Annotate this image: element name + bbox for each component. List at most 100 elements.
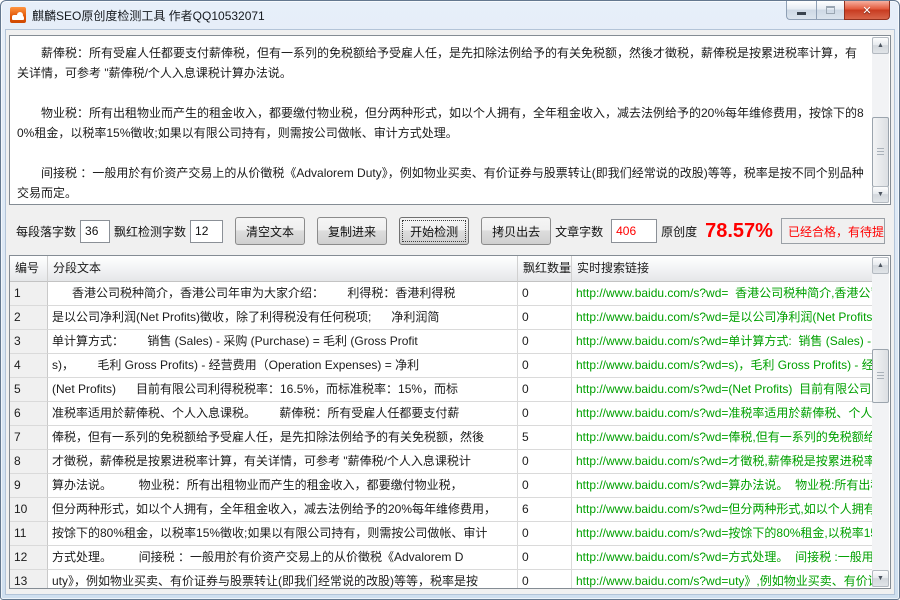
red-count: 0 [518,474,572,498]
header-id[interactable]: 编号 [10,256,48,282]
scroll-down-icon[interactable]: ▼ [872,570,889,587]
status-badge: 已经合格，有待提升 [781,218,885,244]
row-number: 4 [10,354,48,378]
row-number: 9 [10,474,48,498]
editor-scrollbar-thumb[interactable] [872,117,889,187]
search-link[interactable]: http://www.baidu.com/s?wd=s)，毛利 Gross Pr… [572,354,872,378]
para-words-label: 每段落字数 [16,223,76,240]
search-link[interactable]: http://www.baidu.com/s?wd=算办法说。 物业税:所有出租 [572,474,872,498]
window-title: 麒麟SEO原创度检测工具 作者QQ10532071 [32,7,265,24]
table-row: 13 uty》，例如物业买卖、有价证券与股票转让(即我们经常说的改股)等等，税率… [10,570,872,588]
segment-text: 方式处理。 间接税 ：一般用於有价资产交易上的从价徵税《Advalorem D [48,546,518,570]
start-detect-button[interactable]: 开始检测 [399,217,469,245]
copy-out-button[interactable]: 拷贝出去 [481,217,551,245]
red-count: 0 [518,546,572,570]
header-red-count[interactable]: 飘红数量 [518,256,572,282]
table-row: 11 按馀下的80%租金，以税率15%徵收;如果以有限公司持有，则需按公司做帐、… [10,522,872,546]
table-row: 8 才徵税，薪俸税是按累进税率计算，有关详情，可参考 "薪俸税/个人入息课税计 … [10,450,872,474]
row-number: 1 [10,282,48,306]
row-number: 11 [10,522,48,546]
table-header: 编号 分段文本 飘红数量 实时搜索链接 [10,256,872,282]
table-row: 7 俸税，但有一系列的免税额给予受雇人任，是先扣除法例给予的有关免税额，然後 5… [10,426,872,450]
red-count: 0 [518,522,572,546]
row-number: 3 [10,330,48,354]
table-row: 1 香港公司税种简介，香港公司年审为大家介绍： 利得税：香港利得税 0 http… [10,282,872,306]
red-count: 0 [518,450,572,474]
word-count-value: 406 [611,219,657,243]
table-row: 10 但分两种形式，如以个人拥有，全年租金收入，减去法例给予的20%每年维修费用… [10,498,872,522]
segment-text: 单计算方式： 销售 (Sales) - 采购 (Purchase) = 毛利 (… [48,330,518,354]
client-area: 薪俸税：所有受雇人任都要支付薪俸税，但有一系列的免税额给予受雇人任，是先扣除法例… [5,29,895,595]
red-count: 0 [518,282,572,306]
article-textarea[interactable]: 薪俸税：所有受雇人任都要支付薪俸税，但有一系列的免税额给予受雇人任，是先扣除法例… [9,35,891,205]
table-scrollbar[interactable]: ▲ ▼ [872,257,889,587]
search-link[interactable]: http://www.baidu.com/s?wd=俸税,但有一系列的免税额给 [572,426,872,450]
article-text: 薪俸税：所有受雇人任都要支付薪俸税，但有一系列的免税额给予受雇人任，是先扣除法例… [10,36,871,204]
header-segment-text[interactable]: 分段文本 [48,256,518,282]
row-number: 6 [10,402,48,426]
row-number: 10 [10,498,48,522]
originality-label: 原创度 [661,223,697,240]
para-words-input[interactable]: 36 [80,220,110,243]
table-row: 12 方式处理。 间接税 ：一般用於有价资产交易上的从价徵税《Advalorem… [10,546,872,570]
window-controls: ✕ [786,1,890,20]
red-count: 5 [518,426,572,450]
results-table: 编号 分段文本 飘红数量 实时搜索链接 1 香港公司税种简介，香港公司年审为大家… [9,255,891,589]
search-link[interactable]: http://www.baidu.com/s?wd=是以公司净利润(Net Pr… [572,306,872,330]
editor-scrollbar[interactable]: ▲ ▼ [872,37,889,203]
red-count: 0 [518,378,572,402]
app-icon [10,7,26,23]
segment-text: 俸税，但有一系列的免税额给予受雇人任，是先扣除法例给予的有关免税额，然後 [48,426,518,450]
search-link[interactable]: http://www.baidu.com/s?wd=准税率适用於薪俸税、个人入 [572,402,872,426]
search-link[interactable]: http://www.baidu.com/s?wd=(Net Profits) … [572,378,872,402]
table-scrollbar-thumb[interactable] [872,349,889,403]
segment-text: 是以公司净利润(Net Profits)徵收，除了利得税没有任何税项; 净利润简 [48,306,518,330]
close-button[interactable]: ✕ [844,1,890,20]
red-words-input[interactable]: 12 [190,220,223,243]
table-row: 9 算办法说。 物业税：所有出租物业而产生的租金收入，都要缴付物业税， 0 ht… [10,474,872,498]
red-count: 6 [518,498,572,522]
search-link[interactable]: http://www.baidu.com/s?wd= 香港公司税种简介,香港公司 [572,282,872,306]
row-number: 12 [10,546,48,570]
table-row: 3 单计算方式： 销售 (Sales) - 采购 (Purchase) = 毛利… [10,330,872,354]
red-words-label: 飘红检测字数 [114,223,186,240]
segment-text: 准税率适用於薪俸税、个人入息课税。 薪俸税：所有受雇人任都要支付薪 [48,402,518,426]
scroll-up-icon[interactable]: ▲ [872,37,889,54]
table-row: 2 是以公司净利润(Net Profits)徵收，除了利得税没有任何税项; 净利… [10,306,872,330]
segment-text: 算办法说。 物业税：所有出租物业而产生的租金收入，都要缴付物业税， [48,474,518,498]
row-number: 2 [10,306,48,330]
segment-text: 香港公司税种简介，香港公司年审为大家介绍： 利得税：香港利得税 [48,282,518,306]
header-search-link[interactable]: 实时搜索链接 [572,256,872,282]
table-row: 5 (Net Profits) 目前有限公司利得税税率：16.5%，而标准税率：… [10,378,872,402]
search-link[interactable]: http://www.baidu.com/s?wd=uty》,例如物业买卖、有价… [572,570,872,588]
clear-text-button[interactable]: 清空文本 [235,217,305,245]
originality-value: 78.57% [705,220,773,243]
table-body: 1 香港公司税种简介，香港公司年审为大家介绍： 利得税：香港利得税 0 http… [10,282,872,588]
table-row: 4 s)， 毛利 Gross Profits) - 经营费用（Operation… [10,354,872,378]
segment-text: 按馀下的80%租金，以税率15%徵收;如果以有限公司持有，则需按公司做帐、审计 [48,522,518,546]
segment-text: 但分两种形式，如以个人拥有，全年租金收入，减去法例给予的20%每年维修费用， [48,498,518,522]
maximize-button[interactable] [816,1,844,20]
word-count-label: 文章字数 [555,223,603,240]
close-icon: ✕ [862,4,871,17]
search-link[interactable]: http://www.baidu.com/s?wd=但分两种形式,如以个人拥有 [572,498,872,522]
red-count: 0 [518,402,572,426]
copy-in-button[interactable]: 复制进来 [317,217,387,245]
app-window: 麒麟SEO原创度检测工具 作者QQ10532071 ✕ 薪俸税：所有受雇人任都要… [0,0,900,600]
red-count: 0 [518,330,572,354]
segment-text: uty》，例如物业买卖、有价证券与股票转让(即我们经常说的改股)等等，税率是按 [48,570,518,588]
segment-text: (Net Profits) 目前有限公司利得税税率：16.5%，而标准税率：15… [48,378,518,402]
search-link[interactable]: http://www.baidu.com/s?wd=单计算方式: 销售 (Sal… [572,330,872,354]
row-number: 8 [10,450,48,474]
scroll-up-icon[interactable]: ▲ [872,257,889,274]
minimize-button[interactable] [786,1,816,20]
red-count: 0 [518,306,572,330]
search-link[interactable]: http://www.baidu.com/s?wd=才徵税,薪俸税是按累进税率 [572,450,872,474]
titlebar[interactable]: 麒麟SEO原创度检测工具 作者QQ10532071 [1,1,899,29]
minimize-icon [797,12,806,15]
row-number: 13 [10,570,48,588]
search-link[interactable]: http://www.baidu.com/s?wd=方式处理。 间接税 :一般用 [572,546,872,570]
segment-text: 才徵税，薪俸税是按累进税率计算，有关详情，可参考 "薪俸税/个人入息课税计 [48,450,518,474]
search-link[interactable]: http://www.baidu.com/s?wd=按馀下的80%租金,以税率1… [572,522,872,546]
scroll-down-icon[interactable]: ▼ [872,186,889,203]
